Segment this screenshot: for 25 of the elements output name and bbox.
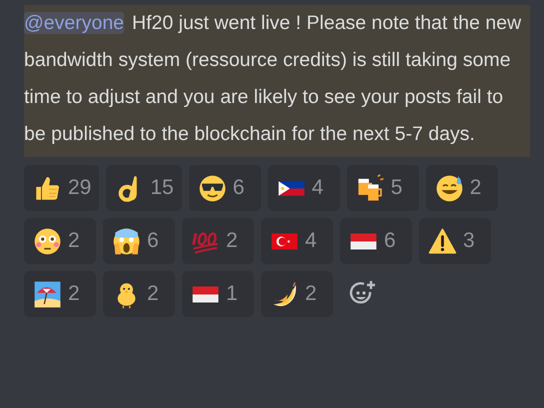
warning-icon: [428, 226, 457, 256]
flushed-face-icon: [33, 226, 62, 256]
reaction-button[interactable]: 4: [268, 165, 340, 211]
reaction-button[interactable]: 15: [106, 165, 182, 211]
reaction-button[interactable]: 1: [182, 271, 254, 317]
sweat-smile-face-icon: [434, 174, 464, 202]
reaction-button[interactable]: 6: [188, 165, 261, 211]
reaction-button[interactable]: 2: [103, 271, 175, 317]
reaction-button[interactable]: 2: [182, 218, 254, 264]
reaction-button[interactable]: 29: [24, 165, 100, 211]
reaction-button[interactable]: 6: [340, 218, 412, 264]
reaction-button[interactable]: 2: [261, 271, 333, 317]
beer-mugs-icon: [356, 174, 385, 202]
reaction-button[interactable]: 2: [426, 165, 498, 211]
sunglasses-face-icon: [198, 174, 227, 202]
beach-umbrella-icon: [33, 280, 62, 308]
reaction-button[interactable]: 2: [24, 218, 96, 264]
screaming-face-icon: [112, 226, 141, 256]
mention-link[interactable]: @everyone: [24, 12, 124, 34]
reaction-button[interactable]: 2: [24, 271, 96, 317]
reaction-button[interactable]: 5: [346, 165, 419, 211]
message-text: @everyone Hf20 just went live ! Please note that the new bandwidth system (ressource credits) is still taking some time to adjust and you are likely to see your posts fail to be published to the blockchain for the next 5-7 days.: [24, 11, 522, 147]
reaction-button[interactable]: 4: [261, 218, 333, 264]
reaction-button[interactable]: 6: [103, 218, 175, 264]
reaction-button[interactable]: 3: [419, 218, 491, 264]
